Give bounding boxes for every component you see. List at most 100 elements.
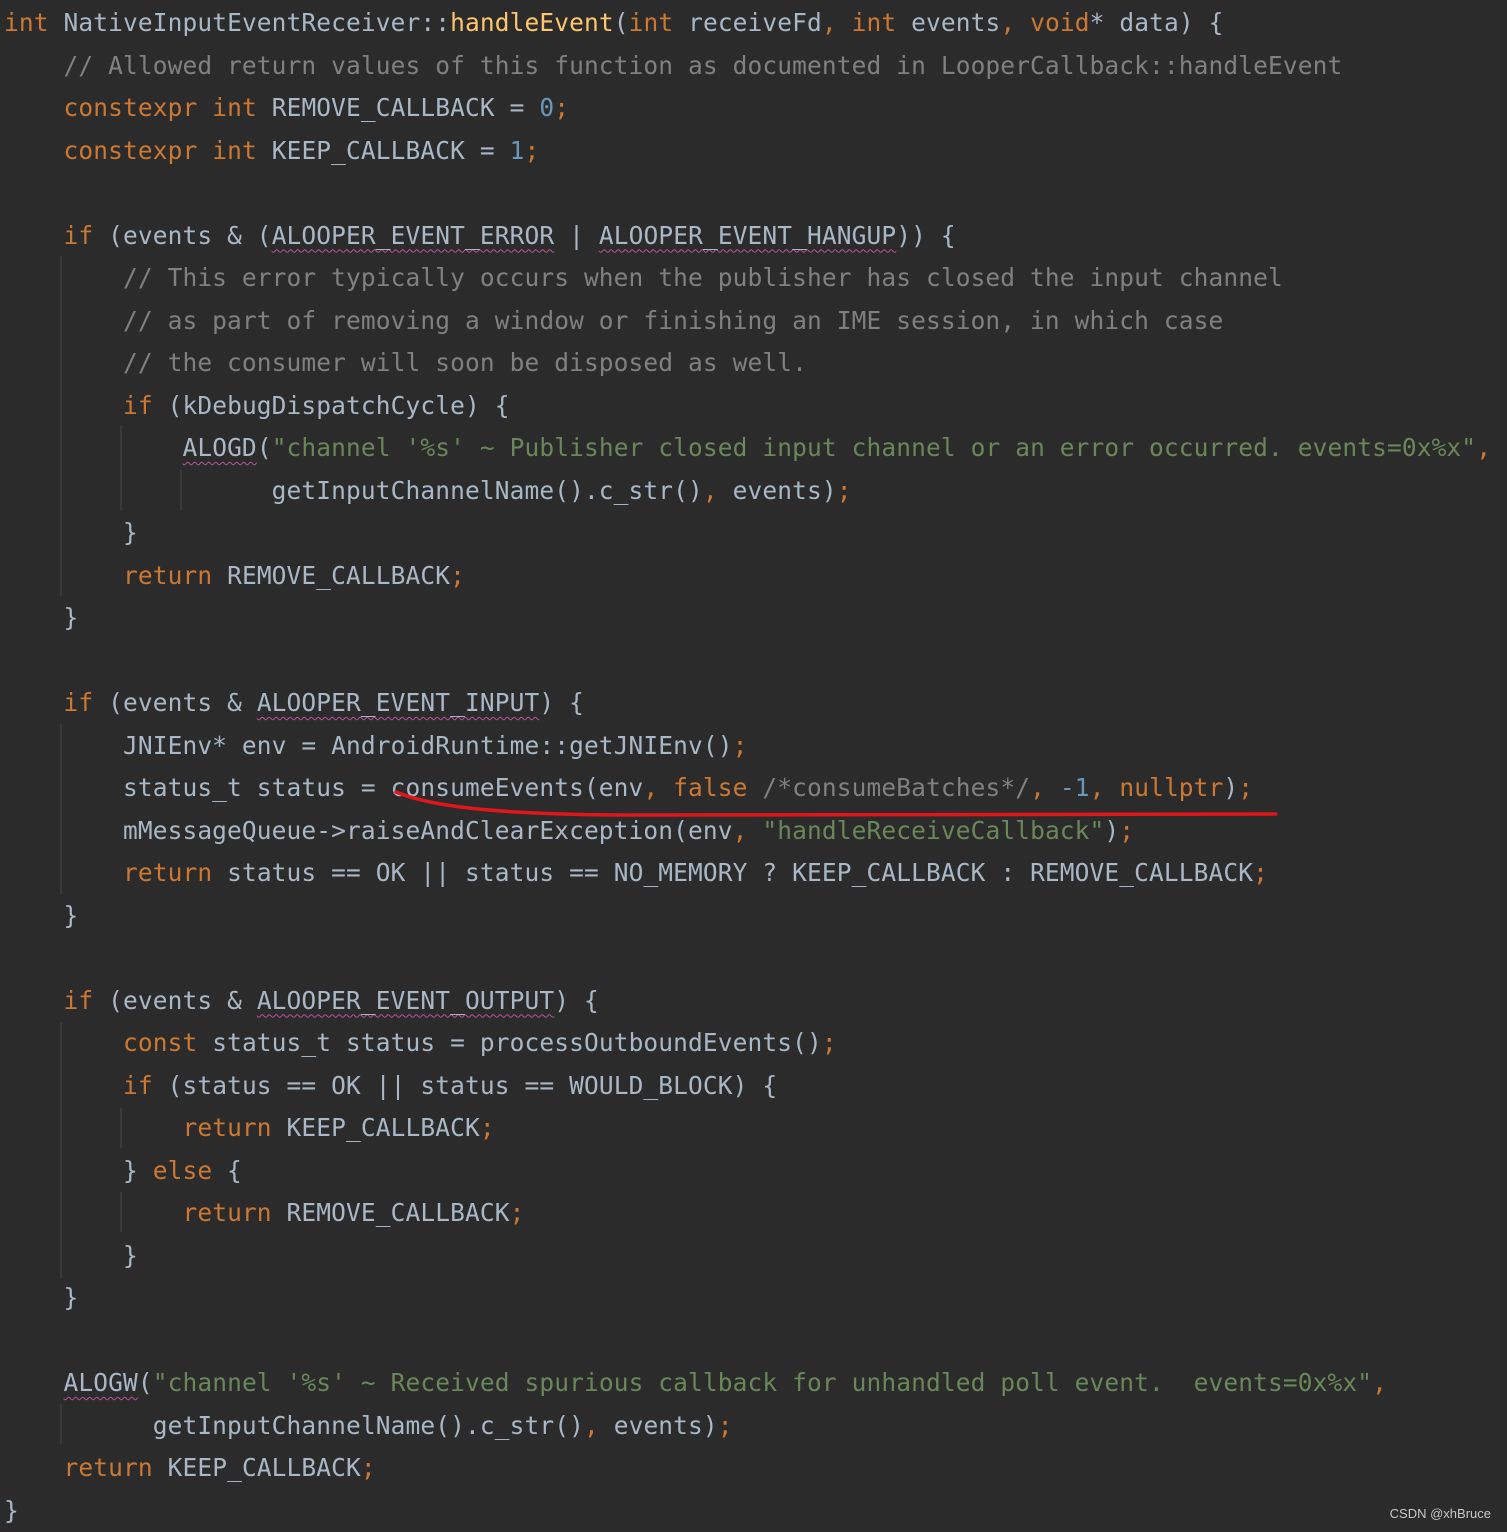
code-token: , [702, 475, 718, 505]
code-line[interactable]: const status_t status = processOutboundE… [4, 1022, 837, 1064]
code-token: )) { [896, 220, 956, 250]
code-line[interactable]: ALOGW("channel '%s' ~ Received spurious … [4, 1362, 1387, 1404]
code-line[interactable]: int NativeInputEventReceiver::handleEven… [4, 2, 1223, 44]
code-line[interactable]: return KEEP_CALLBACK; [4, 1107, 495, 1149]
code-line[interactable]: // the consumer will soon be disposed as… [4, 342, 807, 384]
code-token: status == OK || status == NO_MEMORY ? KE… [212, 858, 1254, 887]
code-token: (kDebugDispatchCycle) { [152, 390, 510, 420]
code-token: int [628, 8, 674, 37]
code-line[interactable]: // This error typically occurs when the … [4, 257, 1283, 299]
code-token: return [182, 1198, 272, 1227]
code-line[interactable]: } else { [4, 1150, 242, 1192]
code-token: (events & [93, 985, 257, 1015]
code-token: ( [256, 433, 272, 462]
code-token: ; [717, 1410, 733, 1440]
code-token: if [122, 1070, 153, 1100]
code-line[interactable]: return REMOVE_CALLBACK; [4, 1192, 525, 1234]
code-token: * data) { [1089, 8, 1224, 37]
code-token: | [554, 220, 599, 250]
code-line[interactable]: // Allowed return values of this functio… [4, 45, 1342, 87]
code-line[interactable]: if (events & (ALOOPER_EVENT_ERROR | ALOO… [4, 215, 956, 257]
code-line[interactable]: getInputChannelName().c_str(), events); [4, 470, 852, 512]
code-token: ALOOPER_EVENT_INPUT [256, 688, 540, 717]
code-token: REMOVE_CALLBACK [212, 560, 451, 590]
code-token: } [4, 603, 79, 632]
code-token: ) { [539, 688, 584, 717]
code-line[interactable]: } [4, 512, 138, 554]
code-token: "channel '%s' ~ Received spurious callba… [152, 1368, 1373, 1397]
red-underline-annotation [394, 790, 1278, 817]
code-token: { [212, 1155, 242, 1185]
code-line[interactable]: } [4, 895, 78, 937]
code-token: return [122, 858, 213, 887]
code-token: KEEP_CALLBACK [152, 1453, 361, 1482]
code-line[interactable]: constexpr int REMOVE_CALLBACK = 0; [4, 87, 569, 129]
code-token: KEEP_CALLBACK = [256, 135, 510, 165]
code-token: , [821, 8, 837, 37]
code-token: ; [524, 135, 540, 165]
code-line[interactable]: } [4, 1490, 19, 1532]
code-token: if [63, 688, 94, 717]
code-token: (events & ( [93, 220, 272, 250]
code-line[interactable]: return KEEP_CALLBACK; [4, 1447, 376, 1489]
code-token: int [212, 135, 257, 165]
code-token: handleEvent [450, 8, 614, 37]
code-token: ALOOPER_EVENT_OUTPUT [256, 985, 555, 1015]
code-token: void [1030, 8, 1090, 37]
code-token: constexpr [63, 93, 198, 122]
code-line[interactable]: // as part of removing a window or finis… [4, 300, 1223, 342]
code-token: return [122, 560, 213, 590]
code-token: ALOGD [182, 433, 257, 462]
code-token: ; [450, 560, 466, 590]
code-token: ; [821, 1028, 837, 1057]
code-token: (status == OK || status == WOULD_BLOCK) … [152, 1070, 778, 1100]
code-line[interactable]: getInputChannelName().c_str(), events); [4, 1405, 733, 1447]
code-line[interactable]: JNIEnv* env = AndroidRuntime::getJNIEnv(… [4, 725, 748, 767]
code-line[interactable]: } [4, 597, 78, 639]
code-token: else [152, 1155, 213, 1185]
code-line[interactable]: } [4, 1235, 138, 1277]
code-token: } [4, 518, 138, 547]
code-token: , [1000, 8, 1016, 37]
code-token: getInputChannelName().c_str() [4, 475, 703, 505]
code-token: (events & [93, 688, 257, 717]
code-line[interactable]: if (events & ALOOPER_EVENT_OUTPUT) { [4, 980, 599, 1022]
code-token: ; [732, 730, 748, 760]
code-line[interactable]: ALOGD("channel '%s' ~ Publisher closed i… [4, 427, 1491, 469]
code-token: ; [836, 475, 852, 505]
code-line[interactable]: if (status == OK || status == WOULD_BLOC… [4, 1065, 777, 1107]
code-token: } [4, 1495, 19, 1525]
code-line[interactable]: return REMOVE_CALLBACK; [4, 555, 465, 597]
code-token: } [4, 1155, 153, 1185]
code-token: ) { [554, 985, 599, 1015]
code-token: int [4, 8, 49, 37]
code-token: if [63, 985, 94, 1015]
code-editor[interactable]: int NativeInputEventReceiver::handleEven… [0, 0, 1507, 1529]
code-token: , [1372, 1368, 1387, 1397]
code-line[interactable]: if (kDebugDispatchCycle) { [4, 385, 510, 427]
code-line[interactable]: constexpr int KEEP_CALLBACK = 1; [4, 130, 539, 172]
code-token: constexpr [63, 135, 198, 165]
code-line[interactable]: } [4, 1277, 78, 1319]
code-token: 0 [539, 93, 555, 122]
code-line[interactable]: if (events & ALOOPER_EVENT_INPUT) { [4, 682, 584, 724]
code-token: events) [598, 1410, 718, 1440]
code-token: ; [360, 1453, 376, 1482]
code-line[interactable]: return status == OK || status == NO_MEMO… [4, 852, 1268, 894]
code-token: ( [613, 8, 629, 37]
code-token: JNIEnv* env = AndroidRuntime::getJNIEnv(… [4, 730, 733, 760]
code-token: receiveFd [673, 8, 822, 37]
code-token: // as part of removing a window or finis… [4, 305, 1224, 335]
